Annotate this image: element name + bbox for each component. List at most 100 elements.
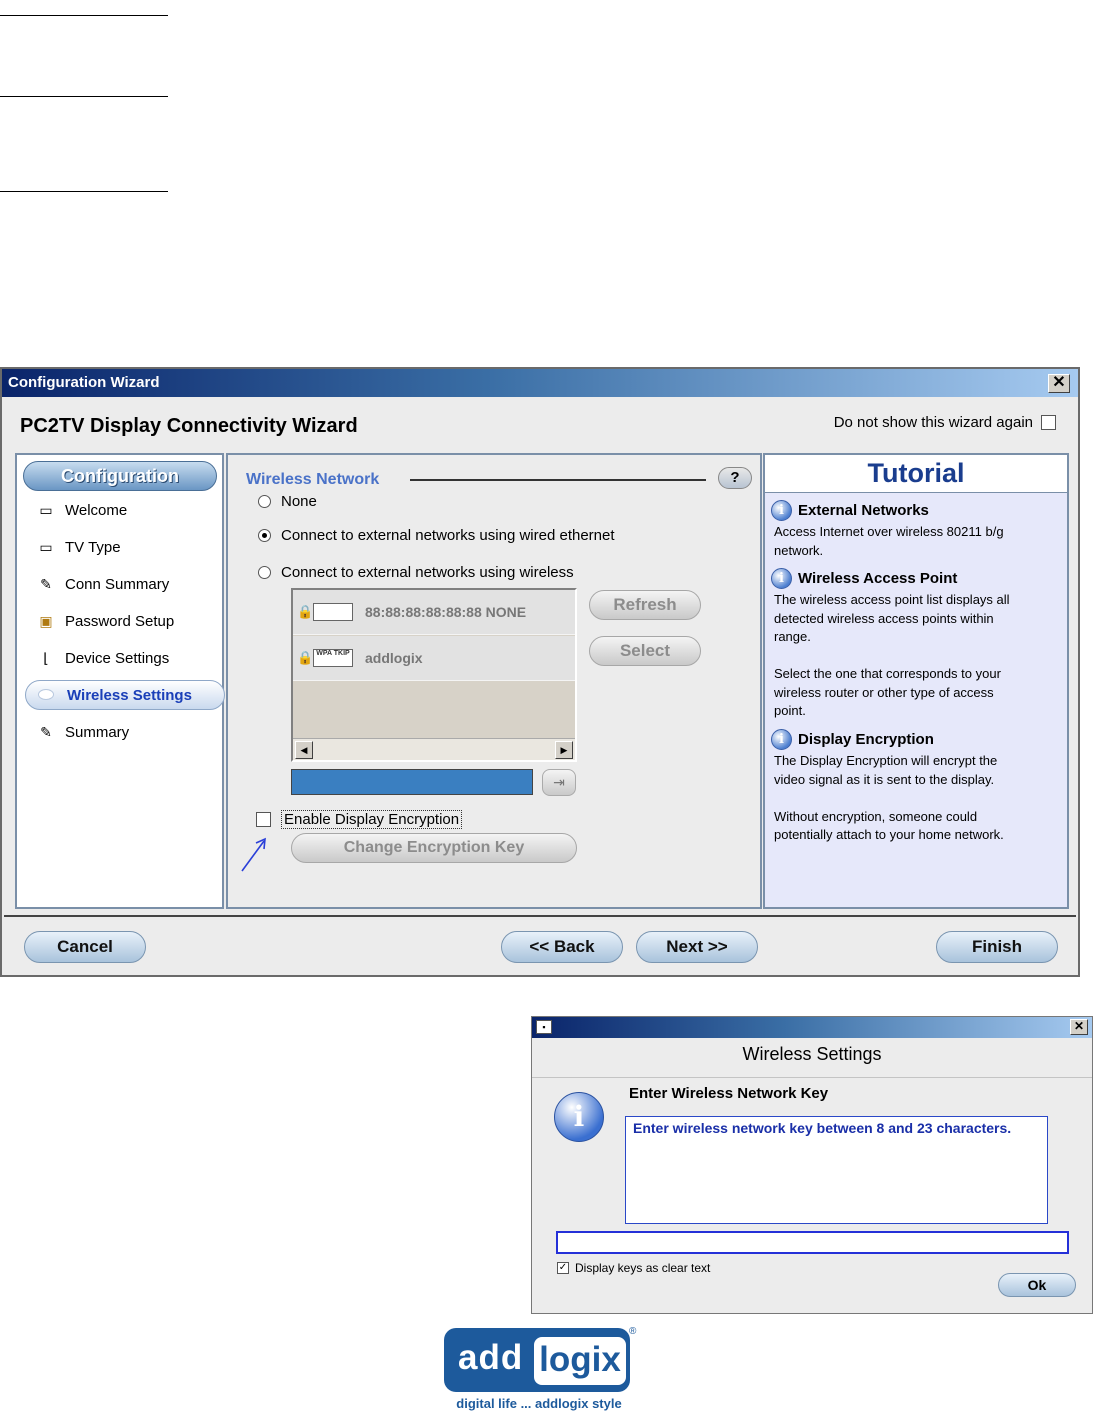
logo-text-add: add <box>458 1338 524 1377</box>
tutorial-panel: Tutorial i External Networks Access Inte… <box>763 453 1069 909</box>
dont-show-again-checkbox[interactable] <box>1041 415 1056 430</box>
nav-item-summary[interactable]: ✎ Summary <box>35 721 129 743</box>
info-icon: i <box>771 500 792 521</box>
dialog-close-button[interactable]: ✕ <box>1070 1019 1088 1035</box>
ok-button[interactable]: Ok <box>998 1273 1076 1297</box>
finish-button[interactable]: Finish <box>936 931 1058 963</box>
nav-item-device-settings[interactable]: ⌊ Device Settings <box>35 647 169 669</box>
scroll-right-icon[interactable]: ▶ <box>555 741 573 759</box>
option-none[interactable]: None <box>258 493 317 510</box>
radio-none[interactable] <box>258 495 271 508</box>
nav-item-tv-type[interactable]: ▭ TV Type <box>35 536 121 558</box>
security-badge: WPA TKIP <box>313 649 353 667</box>
radio-wireless[interactable] <box>258 566 271 579</box>
cancel-button[interactable]: Cancel <box>24 931 146 963</box>
wireless-icon <box>38 689 54 700</box>
dont-show-again-label: Do not show this wizard again <box>833 414 1033 431</box>
refresh-button[interactable]: Refresh <box>589 590 701 620</box>
option-label: Connect to external networks using wirel… <box>281 564 574 581</box>
enable-encryption-checkbox[interactable] <box>256 812 271 827</box>
window-title-bar: Configuration Wizard <box>2 369 1078 397</box>
scroll-left-icon[interactable]: ◀ <box>295 741 313 759</box>
security-badge <box>313 603 353 621</box>
dont-show-again-option[interactable]: Do not show this wizard again <box>834 414 1056 431</box>
checklist-icon: ✎ <box>40 576 52 592</box>
display-encryption-heading: Display Encryption <box>798 731 934 748</box>
clear-text-option[interactable]: ✓ Display keys as clear text <box>557 1261 710 1275</box>
clear-text-checkbox[interactable]: ✓ <box>557 1262 569 1274</box>
nav-item-password-setup[interactable]: ▣ Password Setup <box>35 610 174 632</box>
dialog-title-bar: ▪ <box>532 1017 1092 1038</box>
tutorial-text: The Display Encryption will encrypt the … <box>774 753 1004 842</box>
radio-wired-ethernet[interactable] <box>258 529 271 542</box>
clear-text-label: Display keys as clear text <box>575 1261 711 1275</box>
option-wired-ethernet[interactable]: Connect to external networks using wired… <box>258 527 615 544</box>
option-label: Connect to external networks using wired… <box>281 527 615 544</box>
tutorial-section-heading: i Display Encryption <box>771 729 934 750</box>
window-close-button[interactable]: ✕ <box>1048 374 1070 393</box>
enable-encryption-option[interactable]: Enable Display Encryption <box>256 810 463 829</box>
pointer-arrow-icon <box>241 837 266 872</box>
dialog-heading: Wireless Settings <box>742 1044 882 1064</box>
dialog-subtitle: Enter Wireless Network Key <box>629 1085 829 1102</box>
access-point-list[interactable]: 🔒 88:88:88:88:88:88 NONE 🔒 WPA TKIP addl… <box>291 588 577 762</box>
refresh-label: Refresh <box>613 595 677 614</box>
close-icon: ✕ <box>1052 374 1066 391</box>
logo-tagline: digital life ... addlogix style <box>456 1396 622 1411</box>
list-item[interactable]: 🔒 88:88:88:88:88:88 NONE <box>293 590 575 635</box>
nav-header: Configuration <box>23 461 217 491</box>
nav-item-label: Password Setup <box>65 612 175 630</box>
nav-item-wireless-settings[interactable]: Wireless Settings <box>25 680 225 710</box>
footer-divider <box>4 915 1076 917</box>
access-point-label: 88:88:88:88:88:88 NONE <box>365 604 527 620</box>
cancel-label: Cancel <box>57 937 113 956</box>
list-item[interactable]: 🔒 WPA TKIP addlogix <box>293 636 575 681</box>
tv-icon: ▭ <box>39 539 53 555</box>
option-wireless[interactable]: Connect to external networks using wirel… <box>258 564 574 581</box>
option-label: None <box>281 493 317 510</box>
enable-encryption-label: Enable Display Encryption <box>281 810 463 829</box>
nav-item-label: Welcome <box>65 501 128 519</box>
change-key-label: Change Encryption Key <box>343 839 525 856</box>
close-icon: ✕ <box>1073 1019 1085 1033</box>
help-button[interactable]: ? <box>718 467 752 489</box>
wizard-heading: PC2TV Display Connectivity Wizard <box>20 415 358 437</box>
nav-item-conn-summary[interactable]: ✎ Conn Summary <box>35 573 169 595</box>
nav-item-label: Summary <box>65 723 130 741</box>
dialog-message: Enter wireless network key between 8 and… <box>625 1116 1048 1224</box>
wireless-key-dialog: ▪ ✕ Wireless Settings Enter Wireless Net… <box>531 1016 1093 1314</box>
logo-box: add logix <box>444 1328 630 1392</box>
ok-label: Ok <box>1027 1277 1047 1293</box>
connect-icon: ⇥ <box>553 774 565 790</box>
tutorial-text: The wireless access point list displays … <box>774 592 1010 718</box>
nav-item-label: Conn Summary <box>65 575 170 593</box>
nav-item-label: TV Type <box>65 538 121 556</box>
change-encryption-key-button[interactable]: Change Encryption Key <box>291 833 577 863</box>
back-button[interactable]: << Back <box>501 931 623 963</box>
top-rule-2 <box>0 96 168 97</box>
nav-item-label: Device Settings <box>65 649 170 667</box>
wireless-settings-panel: Wireless Network ? None Connect to exter… <box>226 453 762 909</box>
app-icon: ▪ <box>536 1020 552 1034</box>
access-point-label: addlogix <box>365 650 423 666</box>
lock-icon: 🔒 <box>297 604 314 619</box>
next-button[interactable]: Next >> <box>636 931 758 963</box>
wireless-access-point-heading: Wireless Access Point <box>798 570 958 587</box>
registered-mark: ® <box>629 1326 637 1337</box>
logo-text-logix: logix <box>534 1337 626 1385</box>
network-key-input[interactable] <box>556 1231 1069 1254</box>
info-icon: i <box>554 1092 604 1142</box>
connect-icon-button[interactable]: ⇥ <box>542 769 576 796</box>
info-icon: i <box>771 568 792 589</box>
select-button[interactable]: Select <box>589 636 701 666</box>
horizontal-scrollbar[interactable]: ◀ ▶ <box>293 738 575 760</box>
question-icon: ? <box>730 469 740 486</box>
configuration-wizard-window: Configuration Wizard ✕ PC2TV Display Con… <box>0 367 1080 977</box>
tutorial-text: Access Internet over wireless 80211 b/g … <box>774 524 1004 558</box>
device-icon: ⌊ <box>43 650 49 666</box>
nav-item-welcome[interactable]: ▭ Welcome <box>35 499 127 521</box>
addlogix-logo: add logix ® digital life ... addlogix st… <box>440 1326 640 1414</box>
dialog-divider <box>532 1077 1092 1078</box>
tv-icon: ▭ <box>39 502 53 518</box>
lock-icon: ▣ <box>39 613 53 629</box>
